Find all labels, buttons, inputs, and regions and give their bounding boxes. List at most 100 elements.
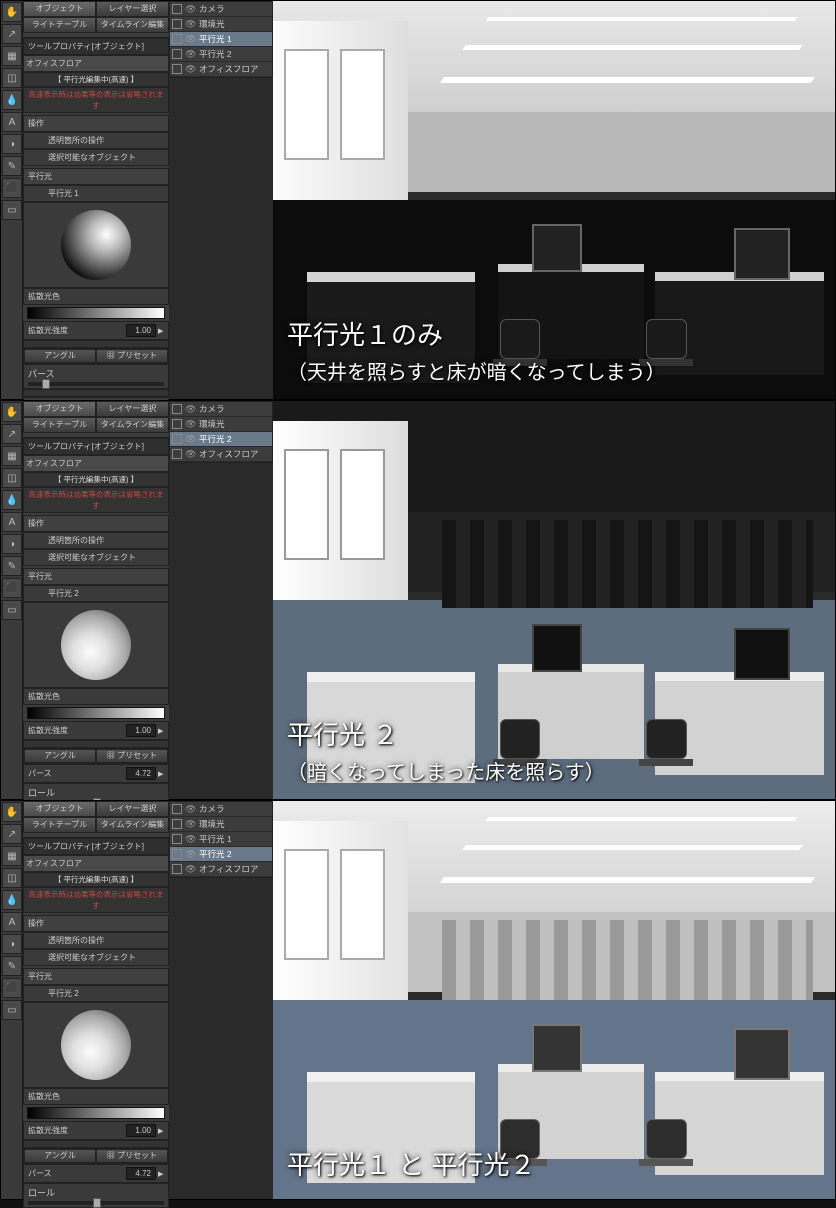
frame-icon[interactable]: ◫	[2, 868, 22, 888]
tab-timeline[interactable]: タイムライン編集	[96, 817, 169, 833]
hand-icon[interactable]: ✋	[2, 2, 22, 22]
fill-icon[interactable]: ⬛	[2, 578, 22, 598]
hand-icon[interactable]: ✋	[2, 802, 22, 822]
rect-icon[interactable]: ▭	[2, 600, 22, 620]
chevron-icon[interactable]: ▶	[158, 327, 164, 335]
move-icon[interactable]: ↗	[2, 424, 22, 444]
preset-button[interactable]: ▦ プリセット	[96, 749, 168, 763]
rect-icon[interactable]: ▭	[2, 200, 22, 220]
fill-icon[interactable]: ⬛	[2, 178, 22, 198]
preset-button[interactable]: ▦ プリセット	[96, 1149, 168, 1163]
section-operation: 操作	[23, 915, 169, 932]
roll-row[interactable]: ロール	[23, 1183, 169, 1208]
left-toolbar: ✋ ↗ ▦ ◫ 💧 A ◑ ✎ ⬛ ▭	[1, 401, 23, 799]
obj-camera[interactable]: 👁カメラ	[170, 802, 272, 817]
obj-ambient[interactable]: 👁環境光	[170, 417, 272, 432]
tab-layer-select[interactable]: レイヤー選択	[96, 801, 169, 817]
light-preview[interactable]	[23, 1002, 169, 1088]
perspective-row[interactable]: パース	[23, 364, 169, 389]
obj-office-floor[interactable]: 👁オフィスフロア	[170, 862, 272, 877]
light-item[interactable]: 平行光 2	[23, 985, 169, 1002]
diffuse-color-label: 拡散光色	[28, 1091, 164, 1102]
opt-selectable[interactable]: 選択可能なオブジェクト	[23, 149, 169, 166]
viewport-1[interactable]: 平行光１のみ （天井を照らすと床が暗くなってしまう）	[273, 1, 835, 399]
grid-icon[interactable]: ▦	[2, 446, 22, 466]
viewport-2[interactable]: 平行光 ２ （暗くなってしまった床を照らす）	[273, 401, 835, 799]
diffuse-strength-value[interactable]: 1.00	[126, 1124, 156, 1137]
obj-light2[interactable]: 👁平行光 2	[170, 432, 272, 447]
tab-light-table[interactable]: ライトテーブル	[23, 17, 96, 33]
pen-icon[interactable]: ✎	[2, 156, 22, 176]
opt-transparent[interactable]: 透明箇所の操作	[23, 132, 169, 149]
circle-icon[interactable]: ◑	[2, 134, 22, 154]
text-icon[interactable]: A	[2, 912, 22, 932]
diffuse-color-slider[interactable]	[27, 707, 165, 719]
diffuse-strength-label: 拡散光強度	[28, 325, 126, 336]
tab-light-table[interactable]: ライトテーブル	[23, 817, 96, 833]
drop-icon[interactable]: 💧	[2, 490, 22, 510]
left-toolbar: ✋ ↗ ▦ ◫ 💧 A ◑ ✎ ⬛ ▭	[1, 801, 23, 1199]
opt-selectable[interactable]: 選択可能なオブジェクト	[23, 549, 169, 566]
drop-icon[interactable]: 💧	[2, 90, 22, 110]
circle-icon[interactable]: ◑	[2, 934, 22, 954]
viewport-3[interactable]: 平行光１ と 平行光２	[273, 801, 835, 1199]
layer-name: オフィスフロア	[23, 855, 169, 872]
pen-icon[interactable]: ✎	[2, 556, 22, 576]
perspective-value[interactable]: 4.72	[126, 1167, 156, 1180]
light-preview[interactable]	[23, 202, 169, 288]
obj-camera[interactable]: 👁カメラ	[170, 2, 272, 17]
grid-icon[interactable]: ▦	[2, 46, 22, 66]
opt-transparent[interactable]: 透明箇所の操作	[23, 932, 169, 949]
diffuse-strength-value[interactable]: 1.00	[126, 324, 156, 337]
obj-ambient[interactable]: 👁環境光	[170, 817, 272, 832]
chevron-icon[interactable]: ▶	[158, 1170, 164, 1178]
angle-button[interactable]: アングル	[24, 349, 96, 363]
light-preview[interactable]	[23, 602, 169, 688]
chevron-icon[interactable]: ▶	[158, 727, 164, 735]
tab-object[interactable]: オブジェクト	[23, 1, 96, 17]
opt-selectable[interactable]: 選択可能なオブジェクト	[23, 949, 169, 966]
frame-icon[interactable]: ◫	[2, 468, 22, 488]
section-parallel-light: 平行光	[23, 568, 169, 585]
pen-icon[interactable]: ✎	[2, 956, 22, 976]
move-icon[interactable]: ↗	[2, 824, 22, 844]
caption-sub-1: （天井を照らすと床が暗くなってしまう）	[287, 356, 666, 385]
light-item[interactable]: 平行光 2	[23, 585, 169, 602]
obj-light1[interactable]: 👁平行光 1	[170, 832, 272, 847]
obj-office-floor[interactable]: 👁オフィスフロア	[170, 447, 272, 462]
rect-icon[interactable]: ▭	[2, 1000, 22, 1020]
tab-light-table[interactable]: ライトテーブル	[23, 417, 96, 433]
move-icon[interactable]: ↗	[2, 24, 22, 44]
tab-layer-select[interactable]: レイヤー選択	[96, 401, 169, 417]
frame-icon[interactable]: ◫	[2, 68, 22, 88]
obj-light2[interactable]: 👁平行光 2	[170, 847, 272, 862]
text-icon[interactable]: A	[2, 512, 22, 532]
diffuse-strength-value[interactable]: 1.00	[126, 724, 156, 737]
tab-timeline[interactable]: タイムライン編集	[96, 17, 169, 33]
light-item[interactable]: 平行光 1	[23, 185, 169, 202]
fill-icon[interactable]: ⬛	[2, 978, 22, 998]
hand-icon[interactable]: ✋	[2, 402, 22, 422]
text-icon[interactable]: A	[2, 112, 22, 132]
diffuse-color-slider[interactable]	[27, 1107, 165, 1119]
obj-light1[interactable]: 👁平行光 1	[170, 32, 272, 47]
circle-icon[interactable]: ◑	[2, 534, 22, 554]
opt-transparent[interactable]: 透明箇所の操作	[23, 532, 169, 549]
grid-icon[interactable]: ▦	[2, 846, 22, 866]
diffuse-color-slider[interactable]	[27, 307, 165, 319]
perspective-value[interactable]: 4.72	[126, 767, 156, 780]
tab-timeline[interactable]: タイムライン編集	[96, 417, 169, 433]
angle-button[interactable]: アングル	[24, 1149, 96, 1163]
tab-layer-select[interactable]: レイヤー選択	[96, 1, 169, 17]
angle-button[interactable]: アングル	[24, 749, 96, 763]
drop-icon[interactable]: 💧	[2, 890, 22, 910]
preset-button[interactable]: ▦ プリセット	[96, 349, 168, 363]
obj-light2[interactable]: 👁平行光 2	[170, 47, 272, 62]
tab-object[interactable]: オブジェクト	[23, 401, 96, 417]
chevron-icon[interactable]: ▶	[158, 770, 164, 778]
obj-office-floor[interactable]: 👁オフィスフロア	[170, 62, 272, 77]
tab-object[interactable]: オブジェクト	[23, 801, 96, 817]
obj-camera[interactable]: 👁カメラ	[170, 402, 272, 417]
chevron-icon[interactable]: ▶	[158, 1127, 164, 1135]
obj-ambient[interactable]: 👁環境光	[170, 17, 272, 32]
